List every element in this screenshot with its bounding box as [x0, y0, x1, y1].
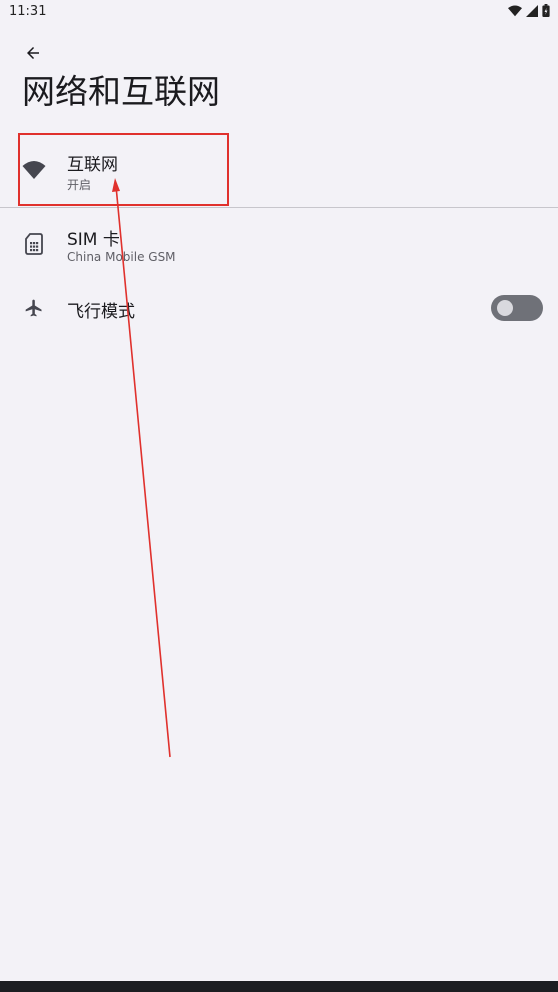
airplane-mode-item[interactable]: 飞行模式: [0, 281, 558, 335]
sim-card-subtitle: China Mobile GSM: [67, 250, 176, 264]
back-arrow-icon: [27, 47, 39, 59]
navigation-bar: [0, 981, 558, 992]
back-button[interactable]: [18, 38, 48, 68]
toggle-thumb: [497, 300, 513, 316]
wifi-icon: [508, 4, 522, 16]
status-time: 11:31: [9, 4, 47, 19]
signal-icon: [526, 4, 538, 17]
airplane-icon: [22, 296, 46, 320]
airplane-mode-toggle[interactable]: [491, 295, 543, 321]
status-bar: 11:31: [0, 0, 558, 24]
page-title: 网络和互联网: [22, 72, 220, 111]
battery-icon: [542, 4, 550, 17]
sim-card-item[interactable]: SIM 卡 China Mobile GSM: [0, 208, 558, 280]
status-icons: [508, 4, 550, 17]
airplane-mode-title: 飞行模式: [67, 302, 135, 322]
sim-card-icon: [22, 232, 46, 256]
highlight-box: [18, 133, 229, 206]
sim-card-title: SIM 卡: [67, 230, 120, 250]
